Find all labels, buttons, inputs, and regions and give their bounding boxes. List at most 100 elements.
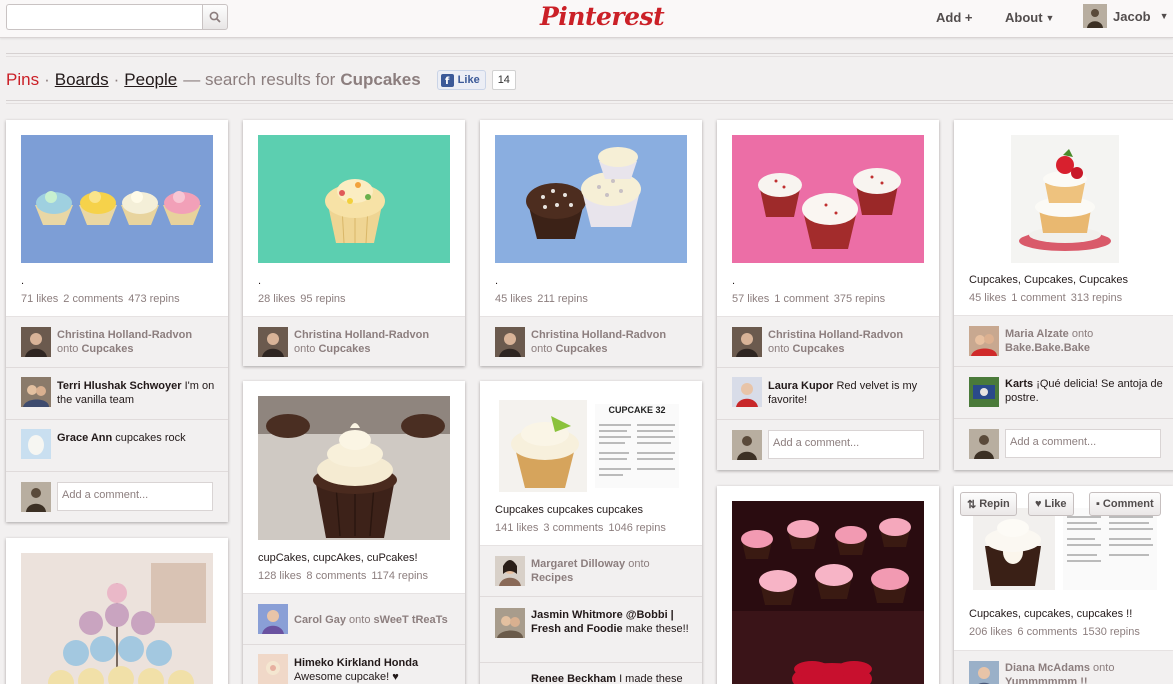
board-name[interactable]: Recipes [531,572,573,584]
commenter-avatar[interactable] [732,377,762,407]
comment-button[interactable]: ▪ Comment [1089,492,1161,516]
pinner-name[interactable]: Christina Holland-Radvon [768,329,903,341]
board-name[interactable]: Cupcakes [81,343,133,355]
commenter-avatar[interactable] [21,429,51,459]
pin-card[interactable] [717,486,939,684]
pinner-avatar[interactable] [732,327,762,357]
pin-card[interactable]: . 45 likes 211 repins Christina Holland-R… [480,120,702,366]
add-comment-input[interactable]: Add a comment... [57,482,213,511]
pinner-name[interactable]: Christina Holland-Radvon [57,329,192,341]
repins-count: 1046 repins [608,522,666,534]
pin-card[interactable]: ⇅ Repin ♥ Like ▪ Comment Cupcakes, cupcakes… [954,486,1173,684]
pinner-name[interactable]: Christina Holland-Radvon [531,329,666,341]
commenter-avatar[interactable] [21,377,51,407]
pin-image[interactable] [21,135,213,263]
pinner-avatar[interactable] [495,556,525,586]
pinner-avatar[interactable] [495,327,525,357]
pin-card[interactable]: . 57 likes 1 comment 375 repins Christina … [717,120,939,470]
pinner-name[interactable]: Maria Alzate [1005,328,1069,340]
add-comment-input[interactable]: Add a comment... [1005,429,1161,458]
pin-card[interactable]: Cupcakes, Cupcakes, Cupcakes 45 likes 1 c… [954,120,1173,470]
pin-attribution-area: Christina Holland-Radvon onto Cupcakes [243,316,465,366]
filter-separator: · [113,70,120,89]
pin-image[interactable] [732,501,924,684]
pin-attribution-area: Christina Holland-Radvon onto Cupcakes Te… [6,316,228,522]
facebook-like-button[interactable]: f Like [436,70,486,90]
pinner-name[interactable]: Margaret Dilloway [531,558,625,570]
pin-image[interactable] [258,396,450,540]
pin-image[interactable] [969,135,1161,263]
commenter-name[interactable]: Karts [1005,378,1033,390]
comment-text: cupcakes rock [115,432,186,444]
board-name[interactable]: Cupcakes [318,343,370,355]
pin-description: Cupcakes cupcakes cupcakes [495,504,643,516]
pinner-name[interactable]: Diana McAdams [1005,662,1090,674]
about-menu[interactable]: About ▼ [1005,10,1054,25]
board-name[interactable]: Cupcakes [555,343,607,355]
filter-pins[interactable]: Pins [6,70,39,90]
pin-attribution-area: Christina Holland-Radvon onto Cupcakes [480,316,702,366]
search-button[interactable] [202,4,228,30]
pin-card[interactable]: CUPCAKE 32 Cupcakes cupcakes cupcakes 14… [480,381,702,684]
pin-image[interactable]: CUPCAKE 32 [495,396,687,496]
board-name[interactable]: sWeeT tReaTs [374,614,448,626]
filter-people-link[interactable]: People [124,70,177,90]
repins-count: 95 repins [300,293,346,305]
board-name[interactable]: Bake.Bake.Bake [1005,342,1090,354]
search-input[interactable] [6,4,202,30]
comment: Himeko Kirkland Honda Awesome cupcake! ♥ [294,656,457,684]
add-menu[interactable]: Add + [936,10,973,25]
like-button[interactable]: ♥ Like [1028,492,1074,516]
commenter-name[interactable]: Laura Kupor [768,380,833,392]
pinner-info: Margaret Dilloway onto Recipes [531,557,694,585]
pin-image[interactable] [258,135,450,263]
commenter-name[interactable]: Grace Ann [57,432,112,444]
pinner-name[interactable]: Christina Holland-Radvon [294,329,429,341]
pin-card[interactable] [6,538,228,684]
pinner-avatar[interactable] [21,327,51,357]
comments-count: 2 comments [63,293,124,305]
chevron-down-icon: ▼ [1159,11,1169,21]
comments-count: 8 comments [306,570,367,582]
pinner-avatar[interactable] [258,604,288,634]
commenter-avatar[interactable] [258,654,288,684]
pinner-name[interactable]: Carol Gay [294,614,346,626]
about-label: About [1005,10,1043,25]
commenter-name[interactable]: Terri Hlushak Schwoyer [57,380,182,392]
pin-image[interactable] [969,506,1161,592]
pin-image[interactable] [495,135,687,263]
facebook-icon: f [440,73,454,87]
pinner-info: Christina Holland-Radvon onto Cupcakes [768,328,931,356]
board-name[interactable]: Cupcakes [792,343,844,355]
divider [6,103,1173,104]
pinterest-logo[interactable]: Pinterest [540,1,665,33]
pinner-avatar[interactable] [969,326,999,356]
filter-boards-link[interactable]: Boards [55,70,109,90]
repin-button[interactable]: ⇅ Repin [960,492,1017,516]
pin-card[interactable]: cupCakes, cupcAkes, cuPcakes! 128 likes 8… [243,381,465,684]
comment: Laura Kupor Red velvet is my favorite! [768,379,931,407]
onto-label: onto [1071,328,1094,340]
likes-count: 141 likes [495,522,539,534]
board-name[interactable]: Yummmmmm !! [1005,676,1088,684]
onto-label: onto [1093,662,1115,674]
pin-stats: 141 likes 3 comments 1046 repins [495,522,671,534]
pinner-avatar[interactable] [258,327,288,357]
commenter-name[interactable]: Himeko Kirkland Honda [294,657,418,669]
commenter-avatar[interactable] [495,608,525,638]
search-results-label: — search results for [183,70,336,89]
pinner-avatar[interactable] [969,661,999,684]
repin-label: Repin [979,498,1010,510]
user-menu[interactable]: Jacob ▼ [1083,4,1169,28]
commenter-avatar[interactable] [969,377,999,407]
pin-card[interactable]: . 71 likes 2 comments 473 repins Christina… [6,120,228,522]
pin-attribution-area: Christina Holland-Radvon onto Cupcakes La… [717,316,939,470]
pin-card[interactable]: . 28 likes 95 repins Christina Holland-Ra… [243,120,465,366]
pin-image[interactable] [732,135,924,263]
comment-text: make these!! [625,623,689,635]
add-label: Add [936,10,962,25]
commenter-name[interactable]: Renee Beckham [531,673,616,684]
add-comment-input[interactable]: Add a comment... [768,430,924,459]
likes-count: 28 likes [258,293,296,305]
pin-image[interactable] [21,553,213,684]
